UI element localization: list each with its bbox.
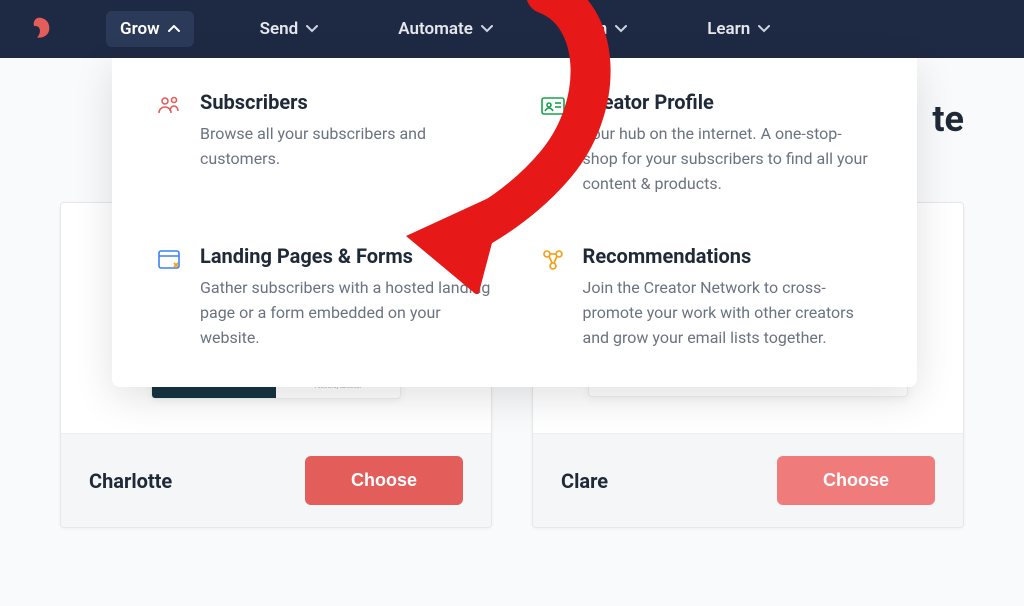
nav-label: Send <box>260 19 299 39</box>
mega-desc: Your hub on the internet. A one-stop-sho… <box>583 122 874 196</box>
card-footer: Clare Choose <box>533 433 963 527</box>
browser-edit-icon <box>156 246 184 274</box>
mega-item-recommendations[interactable]: Recommendations Join the Creator Network… <box>539 244 874 350</box>
choose-button[interactable]: Choose <box>305 456 463 505</box>
choose-button[interactable]: Choose <box>777 456 935 505</box>
mega-title: Subscribers <box>200 90 491 114</box>
top-nav: Grow Send Automate Earn Learn <box>0 0 1024 58</box>
mega-item-subscribers[interactable]: Subscribers Browse all your subscribers … <box>156 90 491 196</box>
network-icon <box>539 246 567 274</box>
nav-item-grow[interactable]: Grow <box>106 11 194 47</box>
nav-item-learn[interactable]: Learn <box>693 11 784 47</box>
mega-title: Recommendations <box>583 244 874 268</box>
mega-desc: Browse all your subscribers and customer… <box>200 122 491 172</box>
grow-mega-menu: Subscribers Browse all your subscribers … <box>112 58 917 387</box>
mega-item-landing-pages[interactable]: Landing Pages & Forms Gather subscribers… <box>156 244 491 350</box>
nav-label: Grow <box>120 19 160 39</box>
template-name: Charlotte <box>89 469 172 493</box>
chevron-down-icon <box>758 25 770 33</box>
mega-title: Creator Profile <box>583 90 874 114</box>
mega-item-creator-profile[interactable]: Creator Profile Your hub on the internet… <box>539 90 874 196</box>
id-card-icon <box>539 92 567 120</box>
nav-label: Automate <box>398 19 473 39</box>
nav-label: Earn <box>573 19 607 39</box>
mega-title: Landing Pages & Forms <box>200 244 491 268</box>
logo[interactable] <box>24 14 54 44</box>
nav-label: Learn <box>707 19 750 39</box>
nav-item-earn[interactable]: Earn <box>559 11 641 47</box>
template-name: Clare <box>561 469 608 493</box>
mega-desc: Join the Creator Network to cross-promot… <box>583 276 874 350</box>
chevron-down-icon <box>306 25 318 33</box>
card-footer: Charlotte Choose <box>61 433 491 527</box>
chevron-down-icon <box>481 25 493 33</box>
chevron-up-icon <box>168 25 180 33</box>
people-icon <box>156 92 184 120</box>
nav-item-send[interactable]: Send <box>246 11 333 47</box>
nav-item-automate[interactable]: Automate <box>384 11 507 47</box>
chevron-down-icon <box>615 25 627 33</box>
mega-desc: Gather subscribers with a hosted landing… <box>200 276 491 350</box>
